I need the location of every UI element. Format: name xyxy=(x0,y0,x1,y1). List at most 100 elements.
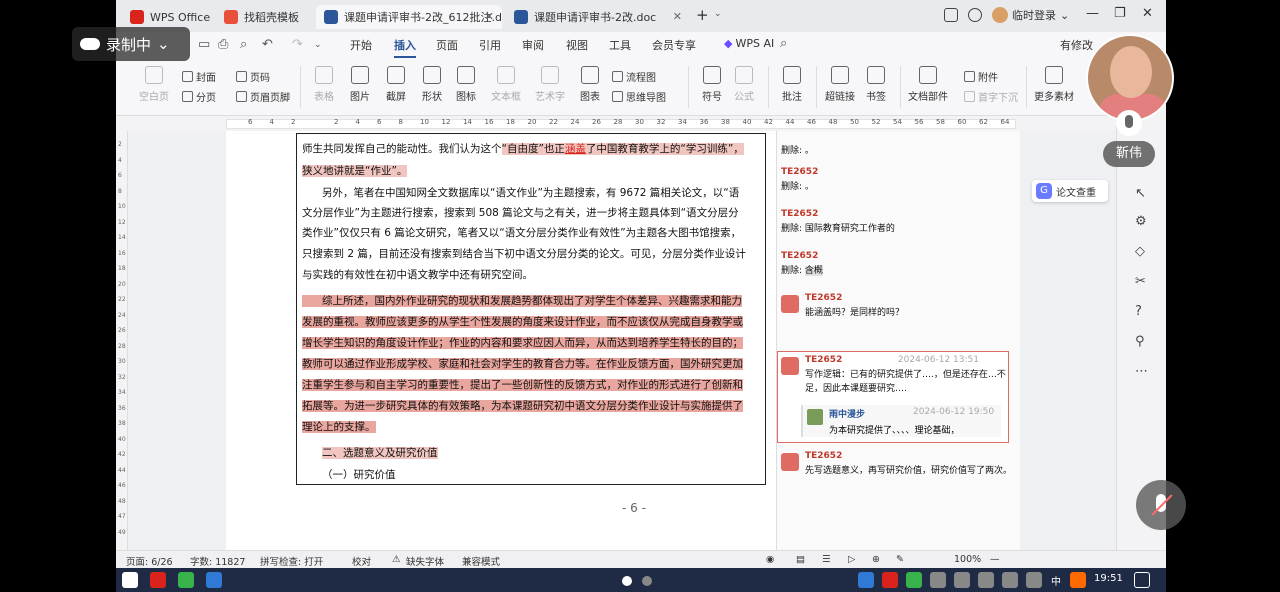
close-window-icon[interactable]: ✕ xyxy=(1142,6,1153,21)
comment-item[interactable]: TE2652 先写选题意义，再写研究价值，研究价值写了两次。 xyxy=(805,451,1013,478)
picture-button[interactable]: 图片 xyxy=(340,66,380,103)
new-tab-button[interactable]: + xyxy=(696,6,709,24)
page-view-icon[interactable]: ▤ xyxy=(796,554,805,565)
tray-meeting-icon[interactable] xyxy=(858,572,874,588)
zoom-out-icon[interactable]: — xyxy=(990,554,1000,565)
doc-line-12[interactable]: 注重学生参与和自主学习的重要性，提出了一些创新性的反馈方式，对作业的形式进行了创… xyxy=(302,375,762,395)
doc-line-4[interactable]: 文分层作业”为主题进行搜索，搜索到 508 篇论文与之有关，进一步将主题具体到“… xyxy=(302,203,762,223)
doc-parts-button[interactable]: 文档部件 xyxy=(908,66,948,103)
menu-page[interactable]: 页面 xyxy=(436,37,458,53)
tray-icon[interactable] xyxy=(978,572,994,588)
tab-wps-office[interactable]: WPS Office xyxy=(122,5,212,29)
chevron-down-icon[interactable]: ⌄ xyxy=(314,40,322,50)
save-icon[interactable]: ▭ xyxy=(198,37,210,52)
play-icon[interactable]: ▷ xyxy=(848,554,855,565)
attachment-button[interactable]: 附件 xyxy=(964,68,998,84)
volume-icon[interactable] xyxy=(1002,572,1018,588)
redo-icon[interactable]: ↷ xyxy=(292,37,303,52)
eye-icon[interactable]: ◉ xyxy=(766,554,774,565)
login-button[interactable]: 临时登录 ⌄ xyxy=(992,7,1069,23)
table-button[interactable]: 表格 xyxy=(304,66,344,103)
print-icon[interactable]: ⎙ xyxy=(218,37,228,52)
spell-check[interactable]: 拼写检查: 打开 xyxy=(260,554,323,568)
header-footer-button[interactable]: 页眉页脚 xyxy=(236,88,290,104)
menu-tools[interactable]: 工具 xyxy=(609,37,631,53)
comment-reply[interactable]: 雨中漫步 2024-06-12 19:50 为本研究提供了、、、、理论基础， xyxy=(801,405,1001,437)
doc-line-2[interactable]: 狭义地讲就是“作业”。 xyxy=(302,161,762,181)
close-icon[interactable]: ✕ xyxy=(673,10,682,23)
tools-icon[interactable]: ✂ xyxy=(1135,274,1146,289)
outline-view-icon[interactable]: ☰ xyxy=(822,554,831,565)
network-icon[interactable] xyxy=(1026,572,1042,588)
menu-member[interactable]: 会员专享 xyxy=(652,37,696,53)
microphone-icon[interactable] xyxy=(1116,110,1142,136)
paper-check-button[interactable]: G 论文查重 xyxy=(1032,180,1108,202)
section-break-button[interactable]: 分页 xyxy=(182,88,216,104)
search-icon[interactable]: ⌕ xyxy=(780,36,787,51)
pen-icon[interactable]: ✎ xyxy=(896,554,904,565)
page-number-button[interactable]: 页码 xyxy=(236,68,270,84)
page-count[interactable]: 页面: 6/26 xyxy=(126,554,173,568)
help-icon[interactable]: ? xyxy=(1135,304,1142,319)
flowchart-button[interactable]: 流程图 xyxy=(612,68,656,84)
zoom-level[interactable]: 100% xyxy=(954,554,981,565)
modify-status[interactable]: 有修改 xyxy=(1060,37,1093,53)
comment-item[interactable]: TE2652 2024-06-12 13:51 写作逻辑：已有的研究提供了….，… xyxy=(805,355,1009,396)
word-count[interactable]: 字数: 11827 xyxy=(190,554,245,568)
doc-line-10[interactable]: 增长学生知识的角度设计作业；作业的内容和要求应因人而异，从而达到培养学生特长的目… xyxy=(302,333,762,353)
adjust-icon[interactable]: ⚙ xyxy=(1135,214,1147,229)
doc-line-11[interactable]: 教师可以通过作业形成学校、家庭和社会对学生的教育合力等。在作业反馈方面，国外研究… xyxy=(302,354,762,374)
comment-deletion[interactable]: TE2652 删除: 国际教育研究工作者的 xyxy=(781,209,1013,236)
menu-reference[interactable]: 引用 xyxy=(479,37,501,53)
comment-deletion[interactable]: 删除: 。 xyxy=(781,141,1013,158)
screenshot-button[interactable]: 截屏 xyxy=(376,66,416,103)
more-icon[interactable]: ⋯ xyxy=(1135,364,1148,379)
chevron-down-icon[interactable]: ⌄ xyxy=(714,9,722,19)
sub-heading[interactable]: （一）研究价值 xyxy=(322,465,782,485)
preview-icon[interactable]: ⌕ xyxy=(240,37,247,52)
comment-deletion[interactable]: TE2652 删除: 含概 xyxy=(781,251,1013,278)
menu-home[interactable]: 开始 xyxy=(350,37,372,53)
doc-line-1[interactable]: 师生共同发挥自己的能动性。我们认为这个“自由度”也正涵盖了中国教育教学上的“学习… xyxy=(302,139,762,159)
tab-document[interactable]: 课题申请评审书-2改.doc ✕ xyxy=(506,5,690,29)
page-dot-active[interactable] xyxy=(622,576,632,586)
cursor-icon[interactable]: ↖ xyxy=(1135,186,1146,201)
tab-document-active[interactable]: 课题申请评审书-2改_612批注.doc ✕ xyxy=(316,5,502,29)
recording-badge[interactable]: 录制中 ⌄ xyxy=(72,27,190,61)
comment-item[interactable]: TE2652 能涵盖吗？是同样的吗？ xyxy=(805,293,1009,320)
tray-wechat-icon[interactable] xyxy=(906,572,922,588)
doc-line-8[interactable]: 综上所述，国内外作业研究的现状和发展趋势都体现出了对学生个体差异、兴趣需求和能力 xyxy=(302,291,762,311)
share-icon[interactable]: ⚲ xyxy=(1135,334,1145,349)
clock[interactable]: 19:51 xyxy=(1094,573,1123,584)
menu-insert[interactable]: 插入 xyxy=(394,37,416,58)
tray-wps-icon[interactable] xyxy=(882,572,898,588)
webcam-preview[interactable] xyxy=(1086,34,1174,122)
mindmap-button[interactable]: 思维导图 xyxy=(612,88,666,104)
doc-line-7[interactable]: 与实践的有效性在初中语文教学中还有研究空间。 xyxy=(302,265,762,285)
notification-icon[interactable] xyxy=(1134,572,1150,588)
formula-button[interactable]: 公式 xyxy=(724,66,764,103)
shapes-icon[interactable]: ◇ xyxy=(1135,244,1145,259)
icon-button[interactable]: 图标 xyxy=(446,66,486,103)
art-text-button[interactable]: 艺术字 xyxy=(530,66,570,103)
close-icon[interactable]: ✕ xyxy=(485,10,494,23)
bookmark-button[interactable]: 书签 xyxy=(856,66,896,103)
tray-icon[interactable] xyxy=(954,572,970,588)
web-view-icon[interactable]: ⊕ xyxy=(872,554,880,565)
more-material-button[interactable]: 更多素材 xyxy=(1034,66,1074,103)
vertical-ruler[interactable]: 2 4 6 8 10 12 14 16 18 20 22 24 26 28 30 32 34 36 38 40 42 44… xyxy=(116,131,128,550)
proofread-button[interactable]: 校对 xyxy=(352,554,371,568)
wechat-taskbar-icon[interactable] xyxy=(178,572,194,588)
doc-line-9[interactable]: 发展的重视。教师应该更多的从学生个性发展的角度来设计作业，而不应该仅从完成自身教… xyxy=(302,312,762,332)
sogou-ime-icon[interactable] xyxy=(1070,572,1086,588)
comment-button[interactable]: 批注 xyxy=(772,66,812,103)
page-indicator-dots[interactable] xyxy=(622,571,662,590)
doc-line-14[interactable]: 理论上的支撑。 xyxy=(302,417,762,437)
cube-icon[interactable] xyxy=(968,8,982,22)
hyperlink-button[interactable]: 超链接 xyxy=(820,66,860,103)
undo-icon[interactable]: ↶ xyxy=(262,37,273,52)
tray-icon[interactable] xyxy=(930,572,946,588)
doc-line-13[interactable]: 拓展等。为进一步研究具体的有效策略，为本课题研究初中语文分层分类作业设计与实施提… xyxy=(302,396,762,416)
section-heading[interactable]: 二、选题意义及研究价值 xyxy=(322,443,782,463)
menu-review[interactable]: 审阅 xyxy=(522,37,544,53)
